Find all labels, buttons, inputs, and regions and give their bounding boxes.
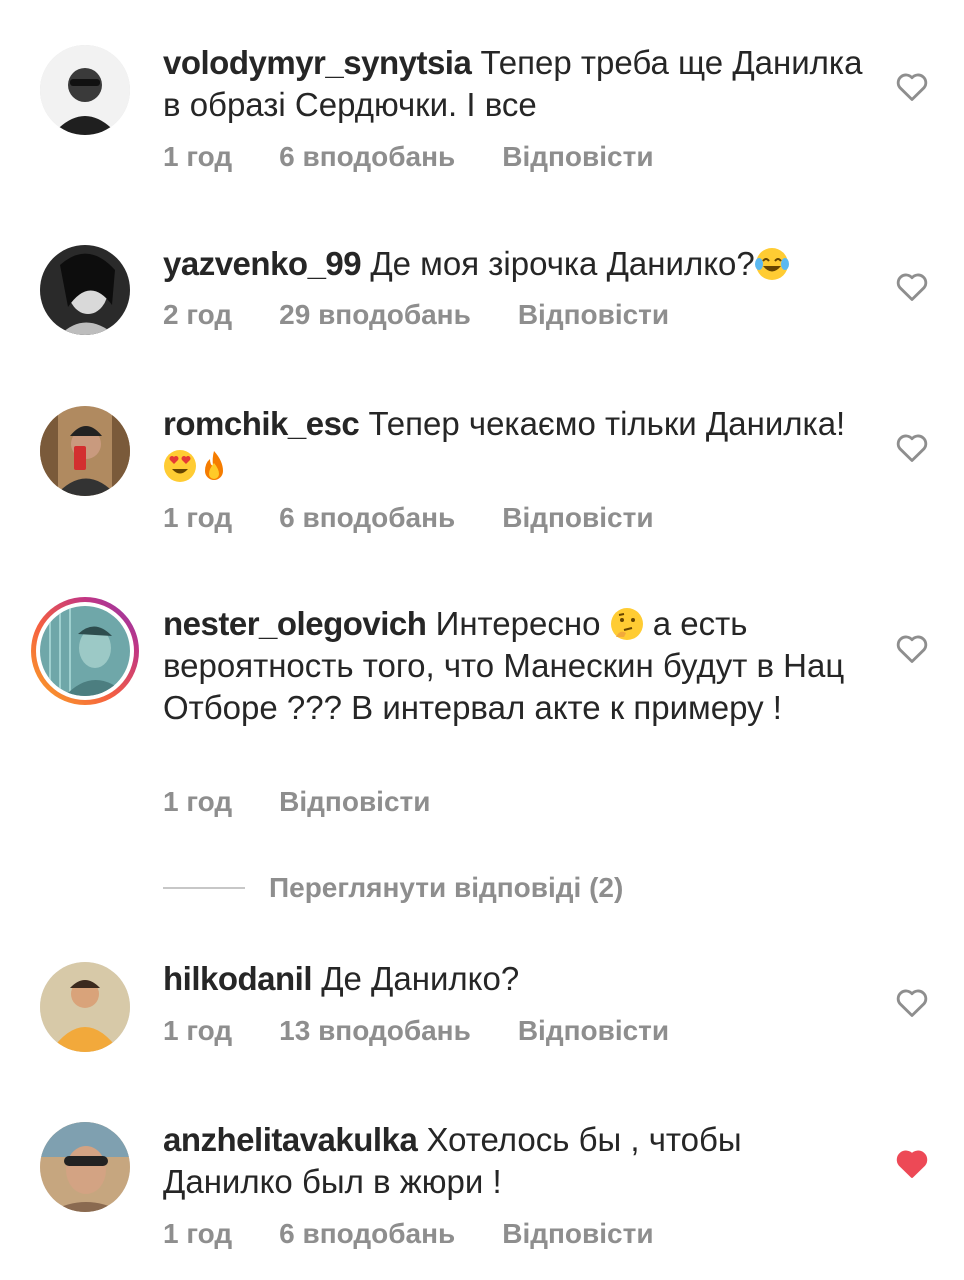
avatar-with-story-ring[interactable] — [31, 597, 139, 705]
likes-count[interactable]: 6 вподобань — [279, 141, 455, 172]
comment-body: Де моя зірочка Данилко? — [370, 245, 755, 282]
avatar[interactable] — [40, 406, 130, 496]
view-replies-button[interactable]: Переглянути відповіді (2) — [163, 868, 623, 908]
likes-count[interactable]: 29 вподобань — [279, 299, 471, 330]
comment-meta: 1 год 6 вподобань Відповісти — [163, 502, 701, 534]
reply-button[interactable]: Відповісти — [518, 1015, 669, 1046]
heart-icon[interactable] — [895, 632, 929, 664]
heart-icon[interactable] — [895, 270, 929, 302]
avatar[interactable] — [40, 962, 130, 1052]
replies-divider — [163, 887, 245, 889]
likes-count[interactable]: 6 вподобань — [279, 502, 455, 533]
username-link[interactable]: volodymyr_synytsia — [163, 44, 472, 81]
face-tears-of-joy-emoji — [754, 248, 789, 280]
view-replies-label: Переглянути відповіді (2) — [269, 872, 624, 903]
comment-text: volodymyr_synytsia Тепер треба ще Данилк… — [163, 42, 863, 126]
comment-time: 1 год — [163, 1015, 233, 1046]
username-link[interactable]: nester_olegovich — [163, 605, 427, 642]
reply-button[interactable]: Відповісти — [502, 1218, 653, 1249]
comment-time: 1 год — [163, 502, 233, 533]
username-link[interactable]: hilkodanil — [163, 960, 313, 997]
heart-filled-icon[interactable] — [895, 1147, 929, 1179]
reply-button[interactable]: Відповісти — [518, 299, 669, 330]
comment-meta: 1 год 13 вподобань Відповісти — [163, 1015, 716, 1047]
username-link[interactable]: anzhelitavakulka — [163, 1121, 418, 1158]
comment-time: 2 год — [163, 299, 233, 330]
comment-time: 1 год — [163, 786, 233, 817]
comment-text: romchik_esc Тепер чекаємо тільки Данилка… — [163, 403, 863, 487]
comment-meta: 2 год 29 вподобань Відповісти — [163, 299, 716, 331]
reply-button[interactable]: Відповісти — [279, 786, 430, 817]
fire-emoji — [205, 451, 223, 480]
heart-eyes-emoji — [164, 450, 196, 482]
likes-count[interactable]: 6 вподобань — [279, 1218, 455, 1249]
thinking-face-emoji — [610, 608, 643, 640]
comment-text: nester_olegovich Интересно а есть вероят… — [163, 603, 863, 729]
comment-text: yazvenko_99 Де моя зірочка Данилко? — [163, 243, 863, 285]
heart-icon[interactable] — [895, 986, 929, 1018]
comment-body: Тепер чекаємо тільки Данилка! — [368, 405, 846, 442]
avatar[interactable] — [40, 45, 130, 135]
comment-meta: 1 год Відповісти — [163, 786, 477, 818]
comment-body: Де Данилко? — [321, 960, 520, 997]
heart-icon[interactable] — [895, 70, 929, 102]
comment-meta: 1 год 6 вподобань Відповісти — [163, 141, 701, 173]
avatar-image — [40, 606, 130, 696]
avatar[interactable] — [40, 1122, 130, 1212]
reply-button[interactable]: Відповісти — [502, 502, 653, 533]
comment-text: hilkodanil Де Данилко? — [163, 958, 863, 1000]
reply-button[interactable]: Відповісти — [502, 141, 653, 172]
comment-body-start: Интересно — [435, 605, 601, 642]
heart-icon[interactable] — [895, 431, 929, 463]
comment-time: 1 год — [163, 141, 233, 172]
comment-time: 1 год — [163, 1218, 233, 1249]
avatar[interactable] — [40, 245, 130, 335]
comment-meta: 1 год 6 вподобань Відповісти — [163, 1218, 701, 1250]
likes-count[interactable]: 13 вподобань — [279, 1015, 471, 1046]
username-link[interactable]: yazvenko_99 — [163, 245, 362, 282]
comment-text: anzhelitavakulka Хотелось бы , чтобы Дан… — [163, 1119, 863, 1203]
username-link[interactable]: romchik_esc — [163, 405, 360, 442]
